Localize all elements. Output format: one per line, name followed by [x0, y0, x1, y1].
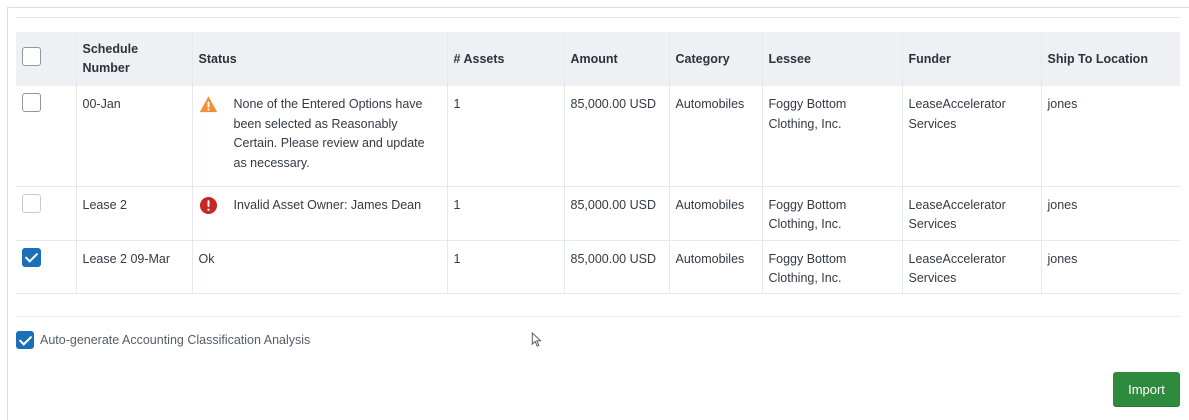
column-header-amount[interactable]: Amount: [564, 32, 670, 86]
column-header-lessee[interactable]: Lessee: [762, 32, 903, 86]
select-all-checkbox[interactable]: [22, 46, 41, 66]
category-cell: Automobiles: [669, 186, 763, 240]
column-header-assets[interactable]: # Assets: [447, 32, 565, 86]
lessee-cell: Foggy Bottom Clothing, Inc.: [762, 86, 903, 186]
row-select-cell: [16, 186, 77, 240]
schedule-number-cell: 00-Jan: [76, 86, 193, 186]
column-header-ship-to-location[interactable]: Ship To Location: [1041, 32, 1180, 86]
select-all-cell: [16, 32, 77, 86]
status-text: None of the Entered Options have been se…: [233, 97, 425, 170]
warning-icon: [199, 96, 217, 113]
status-cell: None of the Entered Options have been se…: [192, 86, 448, 186]
assets-cell: 1: [447, 186, 565, 240]
amount-cell: 85,000.00 USD: [564, 186, 670, 240]
schedules-table: Schedule Number Status # Assets Amount C…: [16, 32, 1180, 294]
lessee-cell: Foggy Bottom Clothing, Inc.: [762, 240, 903, 293]
row-checkbox[interactable]: [22, 93, 41, 112]
column-header-funder[interactable]: Funder: [902, 32, 1042, 86]
column-header-category[interactable]: Category: [669, 32, 763, 86]
funder-cell: LeaseAccelerator Services: [902, 186, 1042, 240]
lessee-cell: Foggy Bottom Clothing, Inc.: [762, 186, 903, 240]
table-row[interactable]: 00-Jan None of the Entered Options have …: [16, 86, 1180, 186]
schedule-number-cell: Lease 2 09-Mar: [76, 240, 193, 293]
ship-to-cell: jones: [1047, 197, 1078, 212]
category-cell: Automobiles: [669, 86, 763, 186]
row-checkbox[interactable]: [22, 247, 41, 267]
funder-cell: LeaseAccelerator Services: [902, 86, 1042, 186]
table-header-row: Schedule Number Status # Assets Amount C…: [16, 32, 1180, 86]
amount-cell: 85,000.00 USD: [564, 240, 670, 293]
schedule-number-cell: Lease 2: [76, 186, 193, 240]
error-icon: [199, 196, 217, 214]
status-cell: Ok: [192, 240, 448, 293]
funder-cell: LeaseAccelerator Services: [902, 240, 1042, 293]
column-header-status[interactable]: Status: [192, 32, 448, 86]
row-select-cell: [16, 86, 77, 186]
table-row[interactable]: Lease 2 Invalid Asset Owner: James Dean …: [16, 186, 1180, 240]
auto-generate-option[interactable]: Auto-generate Accounting Classification …: [16, 331, 310, 349]
row-checkbox[interactable]: [22, 193, 41, 213]
status-text: Invalid Asset Owner: James Dean: [233, 197, 422, 212]
frame-left-border: [7, 8, 8, 420]
mouse-cursor-icon: [531, 332, 542, 347]
auto-generate-label[interactable]: Auto-generate Accounting Classification …: [40, 333, 310, 347]
options-divider: [16, 316, 1180, 317]
status-cell: Invalid Asset Owner: James Dean: [192, 186, 448, 240]
ship-to-cell: jones: [1047, 97, 1078, 111]
ship-to-cell: jones: [1047, 251, 1078, 266]
top-divider: [16, 17, 1180, 18]
import-button[interactable]: Import: [1113, 372, 1180, 407]
frame-top-border: [7, 7, 1189, 8]
assets-cell: 1: [447, 86, 565, 186]
row-select-cell: [16, 240, 77, 293]
category-cell: Automobiles: [669, 240, 763, 293]
assets-cell: 1: [447, 240, 565, 293]
column-header-schedule-number[interactable]: Schedule Number: [76, 32, 193, 86]
table-row[interactable]: Lease 2 09-Mar Ok 1 85,000.00 USD Automo…: [16, 240, 1180, 293]
auto-generate-checkbox[interactable]: [16, 331, 34, 349]
amount-cell: 85,000.00 USD: [564, 86, 670, 186]
